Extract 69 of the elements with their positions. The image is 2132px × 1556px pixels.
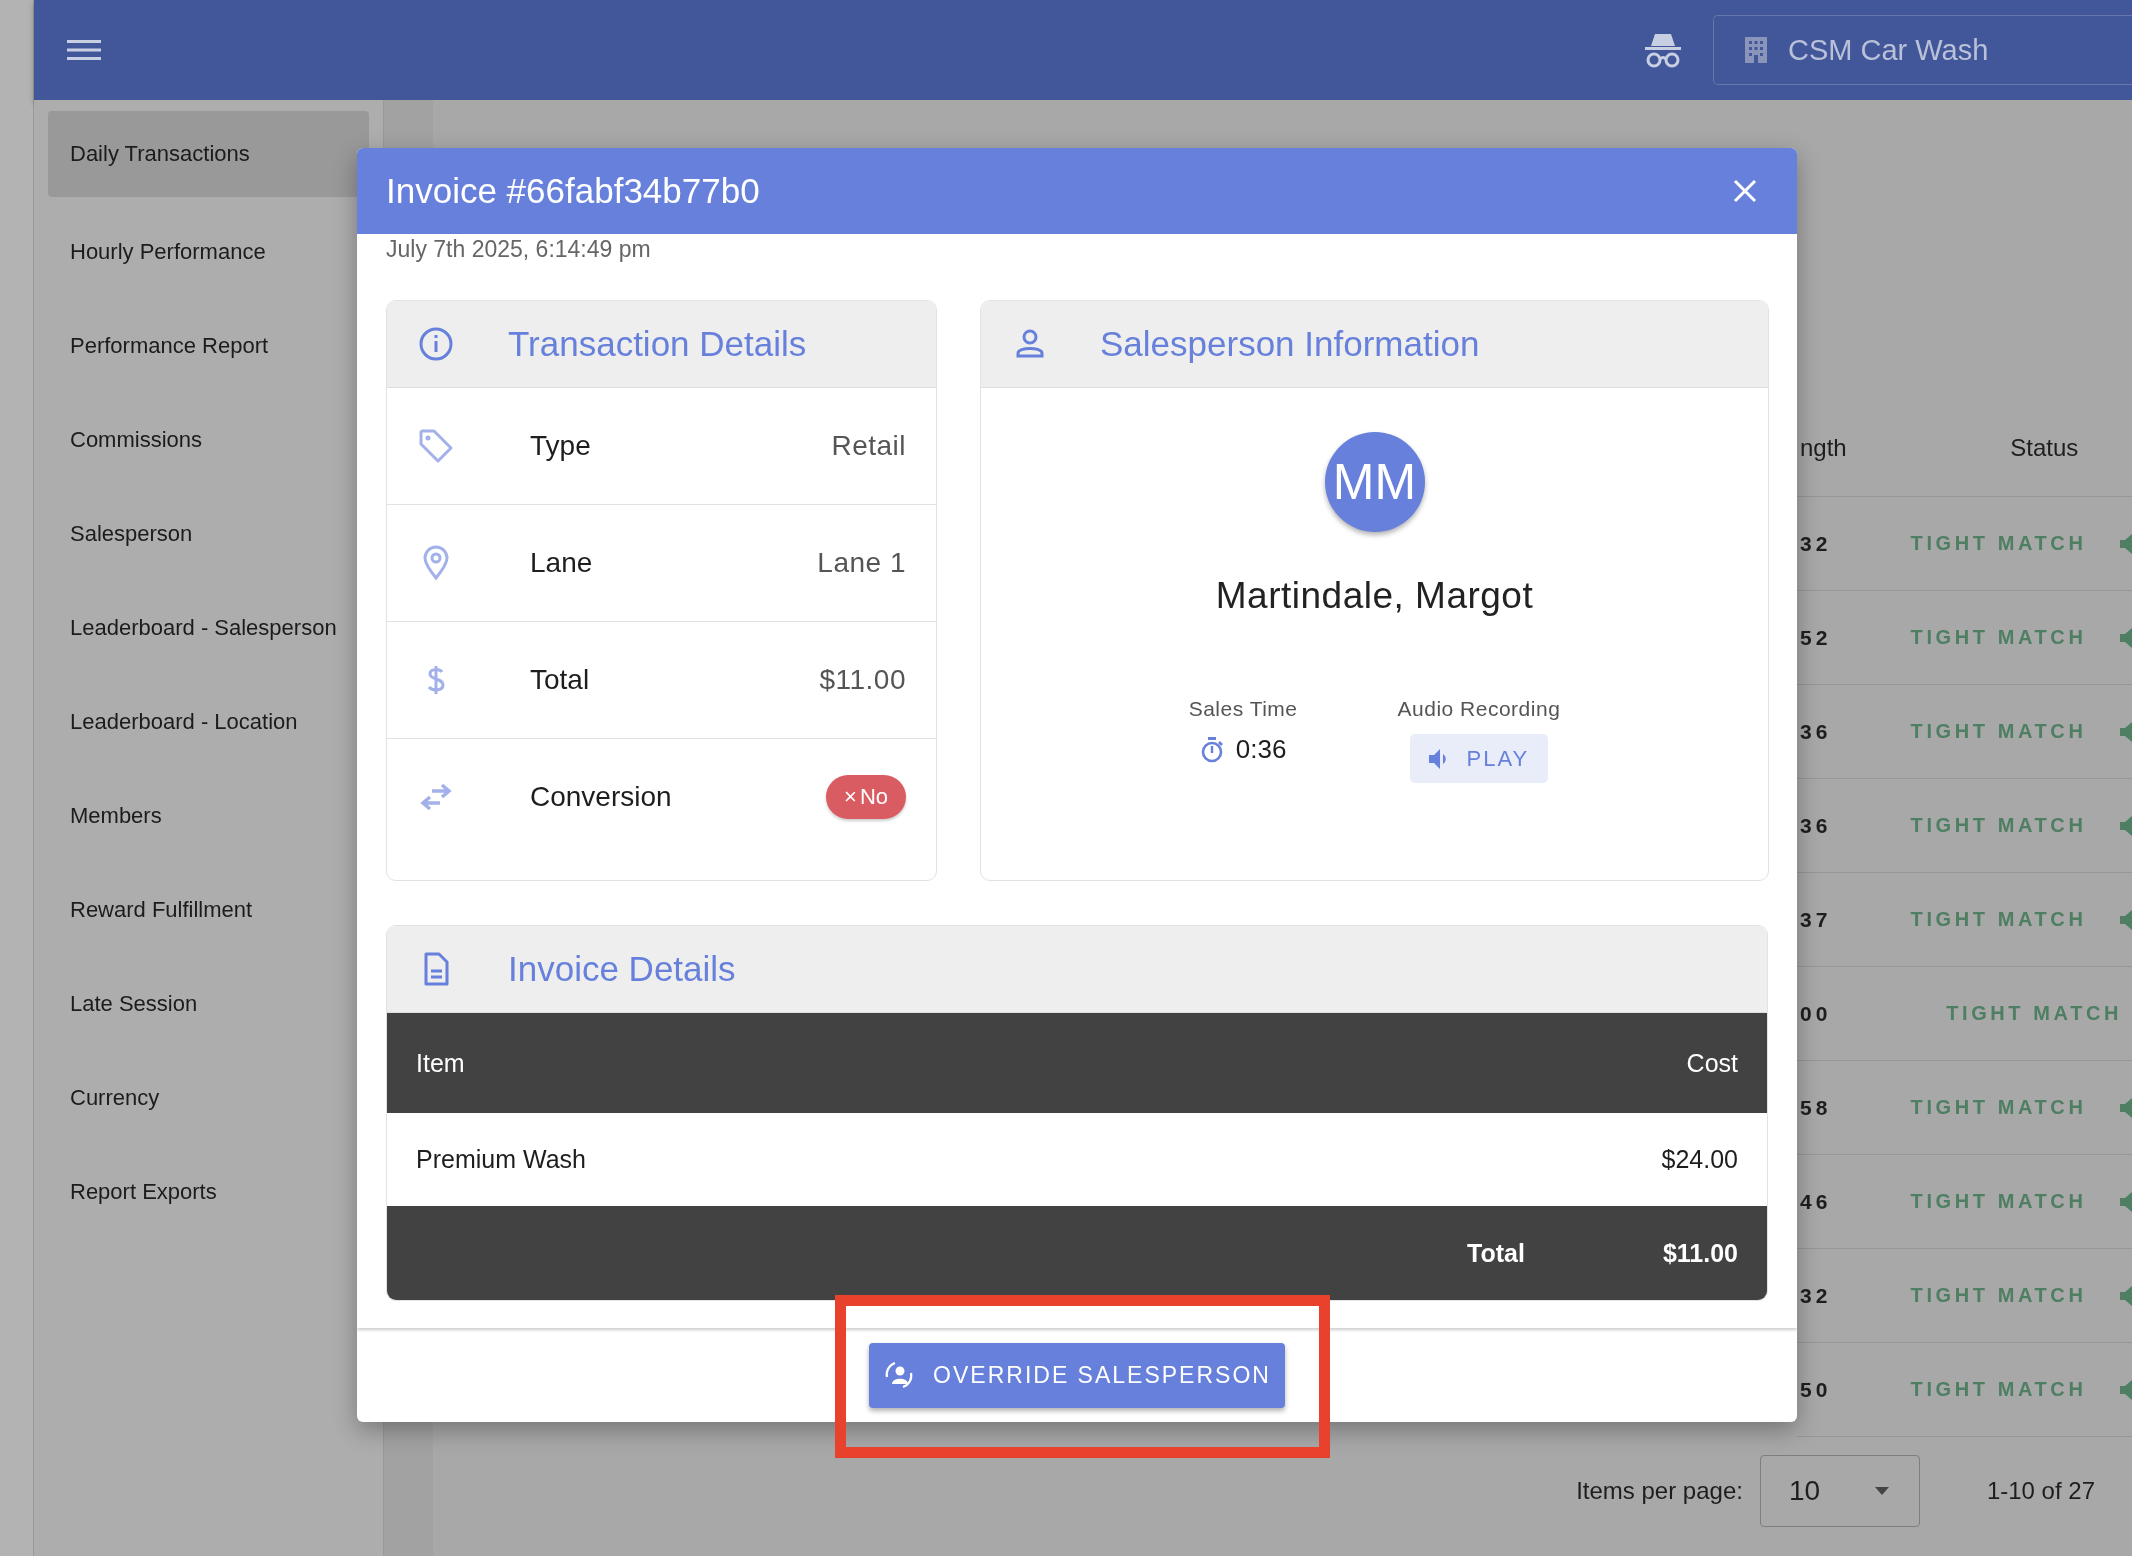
info-icon [418, 326, 454, 362]
nav-item[interactable]: Daily Transactions [48, 111, 369, 197]
speaker-icon[interactable] [2120, 627, 2132, 648]
column-header: Cost [1686, 1048, 1738, 1078]
page-range: 1-10 of 27 [1986, 1477, 2095, 1505]
speaker-icon[interactable] [2120, 721, 2132, 742]
detail-label: Total [530, 664, 591, 696]
close-icon[interactable] [1733, 179, 1757, 203]
speaker-icon[interactable] [2120, 533, 2132, 554]
card-title: Transaction Details [508, 324, 807, 364]
table-cell-text: 00 [1799, 1001, 1833, 1026]
status-label: TIGHT MATCH [1909, 1284, 2088, 1307]
total-label: Total [1467, 1238, 1525, 1268]
detail-label: Type [530, 430, 592, 462]
column-header: Item [416, 1048, 465, 1078]
total-value: $11.00 [1662, 1238, 1738, 1268]
menu-icon[interactable] [67, 38, 101, 62]
speaker-icon[interactable] [2120, 1285, 2132, 1306]
table-cell-text: 46 [1799, 1189, 1833, 1214]
dropdown-icon [1874, 1487, 1889, 1495]
speaker-icon[interactable] [2120, 1379, 2132, 1400]
speaker-icon[interactable] [2120, 815, 2132, 836]
table-cell-text: 36 [1799, 813, 1833, 838]
speaker-icon[interactable] [2120, 909, 2132, 930]
table-cell-text: 52 [1799, 625, 1833, 650]
status-label: TIGHT MATCH [1909, 908, 2088, 931]
salesperson-name: Martindale, Margot [1215, 575, 1534, 617]
status-label: TIGHT MATCH [1945, 1002, 2124, 1025]
building-icon [1744, 36, 1768, 64]
table-cell-text: 32 [1799, 1283, 1833, 1308]
detail-value: Retail [831, 430, 906, 462]
status-label: TIGHT MATCH [1909, 626, 2088, 649]
column-header: ngth [1799, 434, 1848, 462]
dialog-title: Invoice #66fabf34b77b0 [386, 171, 760, 211]
status-label: TIGHT MATCH [1909, 1190, 2088, 1213]
table-cell-text: 50 [1799, 1377, 1833, 1402]
invoice-date: July 7th 2025, 6:14:49 pm [386, 235, 652, 264]
table-cell-text: 37 [1799, 907, 1833, 932]
sales-time-label: Sales Time [1188, 697, 1298, 721]
tag-icon [418, 428, 454, 464]
incognito-icon[interactable] [1643, 32, 1683, 68]
speaker-icon[interactable] [2120, 1097, 2132, 1118]
table-cell: $24.00 [1661, 1145, 1738, 1174]
table-cell-text: 32 [1799, 531, 1833, 556]
card-title: Salesperson Information [1100, 324, 1480, 364]
stopwatch-icon [1199, 736, 1224, 763]
location-select[interactable]: CSM Car Wash [1713, 15, 2132, 85]
card-title: Invoice Details [508, 949, 736, 989]
detail-value: $11.00 [819, 664, 906, 696]
status-label: TIGHT MATCH [1909, 532, 2088, 555]
status-label: TIGHT MATCH [1909, 814, 2088, 837]
column-header: Status [2009, 434, 2080, 462]
sales-time-value: 0:36 [1235, 734, 1287, 765]
table-cell: Premium Wash [416, 1145, 586, 1174]
detail-label: Lane [530, 547, 594, 579]
avatar: MM [1324, 432, 1425, 532]
status-label: TIGHT MATCH [1909, 1096, 2088, 1119]
table-cell-text: 58 [1799, 1095, 1833, 1120]
detail-value: Lane 1 [817, 547, 906, 579]
status-label: TIGHT MATCH [1909, 720, 2088, 743]
items-per-page-select[interactable]: 10 [1759, 1455, 1920, 1527]
override-salesperson-button[interactable]: OVERRIDE SALESPERSON [869, 1342, 1285, 1408]
speaker-icon[interactable] [2120, 1191, 2132, 1212]
items-per-page-label: Items per page: [1576, 1477, 1743, 1505]
status-label: TIGHT MATCH [1909, 1378, 2088, 1401]
audio-recording-label: Audio Recording [1397, 697, 1561, 721]
table-cell-text: 36 [1799, 719, 1833, 744]
detail-label: Conversion [530, 781, 673, 813]
status-chip: ×No [826, 775, 906, 819]
